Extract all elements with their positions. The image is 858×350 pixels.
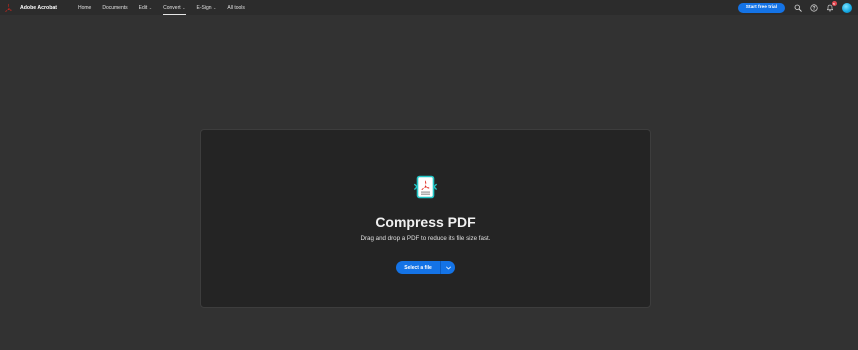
nav-item-convert[interactable]: Convert ⌄ (163, 0, 186, 15)
page-subtitle: Drag and drop a PDF to reduce its file s… (360, 235, 491, 242)
chevron-down-icon: ⌄ (213, 5, 217, 10)
acrobat-logo-icon (4, 3, 13, 12)
nav-item-e-sign[interactable]: E-Sign ⌄ (197, 0, 217, 15)
select-a-file-button[interactable]: Select a file (396, 261, 440, 274)
brand-name: Adobe Acrobat (20, 4, 57, 11)
nav-item-label: Home (78, 4, 92, 11)
select-source-dropdown-button[interactable] (440, 261, 455, 274)
nav-item-all-tools[interactable]: All tools (227, 0, 245, 15)
nav-item-edit[interactable]: Edit ⌄ (139, 0, 152, 15)
avatar[interactable] (842, 2, 852, 13)
chevron-down-icon: ⌄ (182, 5, 186, 10)
notification-badge: 5 (831, 1, 837, 6)
bell-icon[interactable]: 5 (825, 1, 837, 12)
header-actions: Start free trial 5 (737, 0, 852, 15)
chevron-down-icon (445, 266, 451, 270)
nav-item-label: All tools (227, 4, 245, 11)
start-free-trial-button[interactable]: Start free trial (737, 2, 785, 13)
nav-item-label: E-Sign (196, 4, 212, 11)
nav-item-label: Convert (163, 4, 181, 11)
top-navigation-bar: Adobe Acrobat Home Documents Edit ⌄ Conv… (0, 0, 858, 15)
page-title: Compress PDF (375, 214, 476, 230)
select-file-group: Select a file (396, 261, 455, 274)
main-nav: Home Documents Edit ⌄ Convert ⌄ E-Sign ⌄… (78, 0, 256, 15)
nav-item-label: Edit (138, 4, 148, 11)
nav-item-documents[interactable]: Documents (102, 0, 127, 15)
compress-pdf-icon (414, 175, 437, 199)
search-icon[interactable] (793, 3, 802, 12)
nav-item-label: Documents (102, 4, 128, 11)
help-icon[interactable] (809, 3, 818, 12)
compress-pdf-dropzone[interactable]: Compress PDF Drag and drop a PDF to redu… (200, 129, 651, 308)
nav-item-home[interactable]: Home (78, 0, 91, 15)
brand[interactable]: Adobe Acrobat (0, 0, 78, 15)
chevron-down-icon: ⌄ (148, 5, 153, 10)
